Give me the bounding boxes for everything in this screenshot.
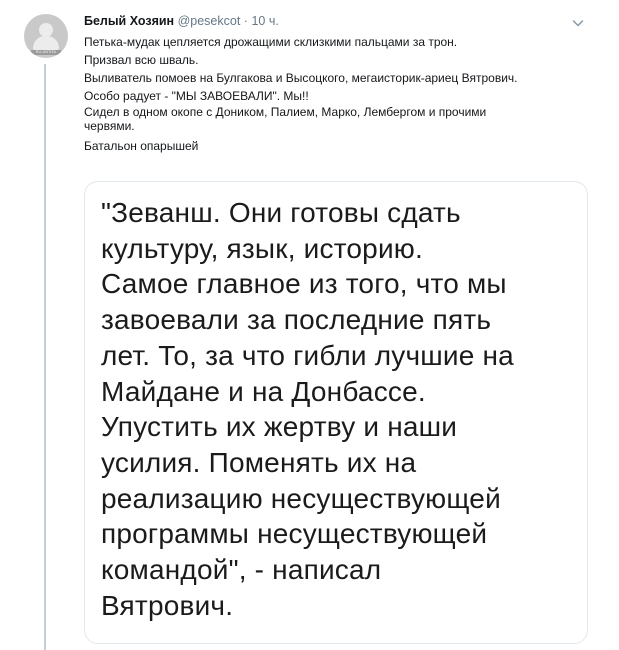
avatar-placeholder-icon <box>39 23 53 37</box>
quote-line: лет. То, за что гибли лучшие на <box>101 339 514 371</box>
tweet-text-line: Сидел в одном окопе с Доником, Палием, М… <box>84 105 487 119</box>
chevron-down-icon[interactable] <box>572 19 584 28</box>
quote-text: "Зеванш. Они готовы сдать культуру, язык… <box>101 195 514 623</box>
quote-line: Вятрович. <box>101 589 234 621</box>
avatar-banner: RU-ANTIFA <box>31 50 61 55</box>
thread-line <box>44 64 46 650</box>
tweet-text-line: Призвал всю шваль. <box>84 53 199 67</box>
display-name[interactable]: Белый Хозяин <box>84 14 174 28</box>
tweet-text-line: Батальон опарышей <box>84 139 199 153</box>
header-separator: · <box>240 14 252 28</box>
tweet-text-line: Выливатель помоев на Булгакова и Высоцко… <box>84 71 518 85</box>
timestamp[interactable]: 10 ч. <box>251 14 278 28</box>
quote-image-card[interactable]: "Зеванш. Они готовы сдать культуру, язык… <box>84 181 588 644</box>
avatar[interactable]: RU-ANTIFA <box>24 14 68 58</box>
quote-line: Майдане и на Донбассе. <box>101 375 426 407</box>
quote-line: Самое главное из того, что мы <box>101 268 507 300</box>
tweet-header: Белый Хозяин @pesekcot · 10 ч. <box>84 13 279 29</box>
tweet-text-line: Особо радует - "МЫ ЗАВОЕВАЛИ". Мы!! <box>84 89 309 103</box>
quote-line: усилия. Поменять их на <box>101 446 417 478</box>
quote-line: командой", - написал <box>101 554 382 586</box>
avatar-silhouette-shoulders <box>33 36 59 50</box>
handle[interactable]: @pesekcot <box>178 14 241 28</box>
quote-line: культуру, язык, историю. <box>101 232 423 264</box>
quote-line: Упустить их жертву и наши <box>101 411 458 443</box>
tweet: RU-ANTIFA Белый Хозяин @pesekcot · 10 ч.… <box>0 0 619 650</box>
quote-line: программы несуществующей <box>101 518 488 550</box>
tweet-text: Петька-мудак цепляется дрожащими склизки… <box>84 33 604 155</box>
quote-line: "Зеванш. Они готовы сдать <box>101 197 461 228</box>
quote-line: реализацию несуществующей <box>101 482 501 514</box>
tweet-text-line: Петька-мудак цепляется дрожащими склизки… <box>84 35 458 49</box>
tweet-text-line: червями. <box>84 119 135 133</box>
quote-line: завоевали за последние пять <box>101 304 492 336</box>
